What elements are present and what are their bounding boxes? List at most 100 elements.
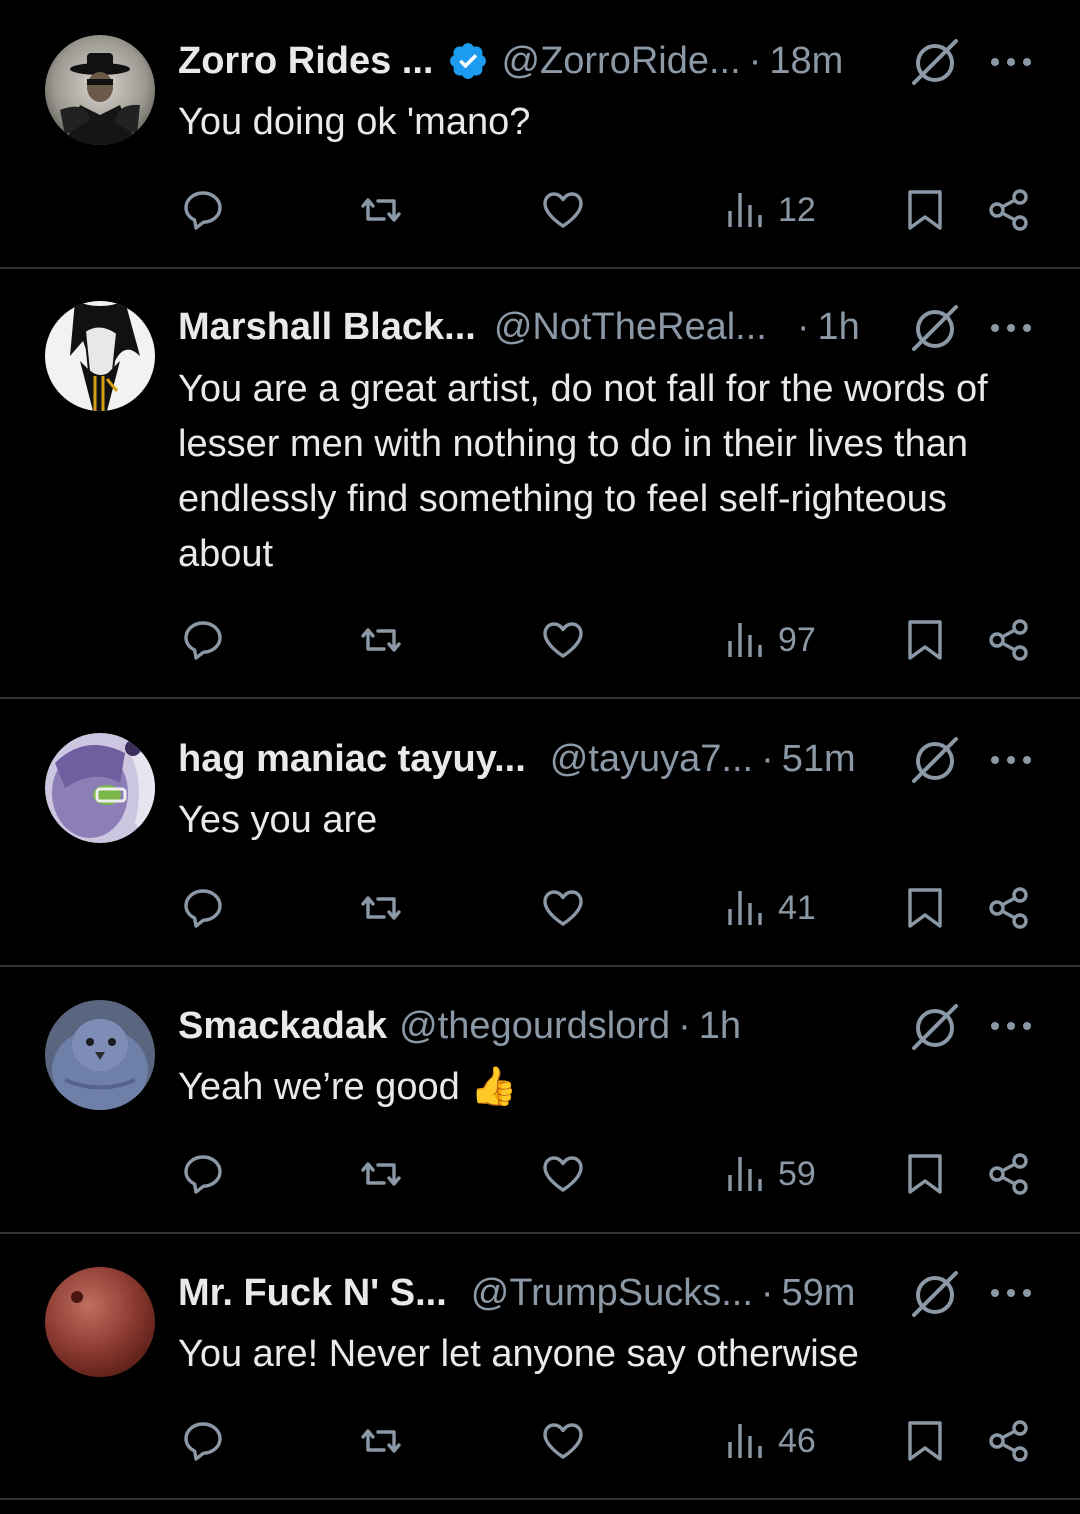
repost-icon xyxy=(361,628,401,652)
views-button[interactable]: 97 xyxy=(722,610,816,670)
post-divider xyxy=(0,1498,1080,1500)
avatar[interactable] xyxy=(45,35,155,145)
grok-icon[interactable] xyxy=(906,1000,964,1052)
reply-button[interactable] xyxy=(180,610,226,670)
heart-icon xyxy=(543,1156,583,1192)
views-button[interactable]: 41 xyxy=(722,878,816,938)
reply-button[interactable] xyxy=(180,878,226,938)
grok-icon[interactable] xyxy=(906,301,964,353)
more-icon[interactable] xyxy=(988,42,1034,82)
like-button[interactable] xyxy=(540,610,586,670)
views-count: 12 xyxy=(778,190,816,229)
separator-dot: · xyxy=(748,39,762,82)
post-text: Yes you are xyxy=(178,799,378,841)
views-button[interactable]: 12 xyxy=(722,180,816,240)
bookmark-button[interactable] xyxy=(902,610,948,670)
user-handle[interactable]: @ZorroRide... xyxy=(501,40,740,83)
bookmark-icon xyxy=(908,1154,942,1194)
post-actions: 97 xyxy=(0,610,1080,670)
post-time[interactable]: 51m xyxy=(782,738,856,781)
bookmark-icon xyxy=(908,888,942,928)
post-time[interactable]: 18m xyxy=(769,40,843,83)
verified-badge-icon xyxy=(447,40,489,82)
user-handle[interactable]: @TrumpSucks... xyxy=(471,1272,753,1315)
reply-icon xyxy=(184,621,222,660)
post-divider xyxy=(0,965,1080,967)
share-button[interactable] xyxy=(986,878,1032,938)
post-time[interactable]: 1h xyxy=(817,306,859,349)
user-handle[interactable]: @tayuya7... xyxy=(550,738,753,781)
repost-button[interactable] xyxy=(358,878,404,938)
grok-icon[interactable] xyxy=(906,35,964,87)
views-count: 59 xyxy=(778,1154,816,1193)
repost-icon xyxy=(361,198,401,222)
like-button[interactable] xyxy=(540,1144,586,1204)
share-button[interactable] xyxy=(986,1411,1032,1471)
avatar[interactable] xyxy=(45,301,155,411)
reply-button[interactable] xyxy=(180,1411,226,1471)
like-button[interactable] xyxy=(540,878,586,938)
tayuya-avatar-image xyxy=(45,733,155,843)
reply-button[interactable] xyxy=(180,180,226,240)
views-icon xyxy=(728,1424,762,1458)
post-time[interactable]: 1h xyxy=(699,1005,741,1048)
repost-button[interactable] xyxy=(358,1411,404,1471)
avatar[interactable] xyxy=(45,1267,155,1377)
repost-button[interactable] xyxy=(358,1144,404,1204)
separator-dot: · xyxy=(760,1271,774,1314)
views-button[interactable]: 46 xyxy=(722,1411,816,1471)
pigeon-avatar-image xyxy=(45,1000,155,1110)
display-name[interactable]: Marshall Black... xyxy=(178,306,476,349)
grok-icon[interactable] xyxy=(906,733,964,785)
views-count: 41 xyxy=(778,888,816,927)
display-name[interactable]: Smackadak xyxy=(178,1005,387,1048)
share-icon xyxy=(989,619,1028,661)
display-name[interactable]: hag maniac tayuy... xyxy=(178,738,526,781)
views-icon xyxy=(728,193,762,227)
post-text: You are! Never let anyone say otherwise xyxy=(178,1333,859,1375)
repost-button[interactable] xyxy=(358,610,404,670)
more-icon[interactable] xyxy=(988,308,1034,348)
heart-icon xyxy=(543,622,583,658)
post-actions: 59 xyxy=(0,1144,1080,1204)
post-actions: 46 xyxy=(0,1411,1080,1471)
like-button[interactable] xyxy=(540,180,586,240)
user-handle[interactable]: @thegourdslord xyxy=(399,1005,670,1048)
share-button[interactable] xyxy=(986,1144,1032,1204)
repost-icon xyxy=(361,1162,401,1186)
user-handle[interactable]: @NotTheReal... xyxy=(494,306,767,349)
red-avatar-image xyxy=(45,1267,155,1377)
reply-icon xyxy=(184,191,222,230)
avatar[interactable] xyxy=(45,733,155,843)
bookmark-button[interactable] xyxy=(902,180,948,240)
reply-button[interactable] xyxy=(180,1144,226,1204)
display-name[interactable]: Mr. Fuck N' S... xyxy=(178,1272,447,1315)
share-button[interactable] xyxy=(986,610,1032,670)
separator-dot: · xyxy=(761,737,774,780)
marshall-avatar-image xyxy=(45,301,155,411)
bookmark-button[interactable] xyxy=(902,1411,948,1471)
separator-dot: · xyxy=(678,1004,691,1047)
bookmark-icon xyxy=(908,620,942,660)
share-button[interactable] xyxy=(986,180,1032,240)
post-time[interactable]: 59m xyxy=(782,1272,856,1315)
more-icon[interactable] xyxy=(988,1006,1034,1046)
views-button[interactable]: 59 xyxy=(722,1144,816,1204)
display-name[interactable]: Zorro Rides ... xyxy=(178,40,433,83)
grok-icon[interactable] xyxy=(906,1267,964,1319)
like-button[interactable] xyxy=(540,1411,586,1471)
repost-button[interactable] xyxy=(358,180,404,240)
separator-dot: · xyxy=(796,305,810,348)
heart-icon xyxy=(543,1423,583,1459)
post-actions: 41 xyxy=(0,878,1080,938)
more-icon[interactable] xyxy=(988,1273,1034,1313)
zorro-avatar-image xyxy=(45,35,155,145)
post-divider xyxy=(0,1232,1080,1234)
avatar[interactable] xyxy=(45,1000,155,1110)
post-actions: 12 xyxy=(0,180,1080,240)
bookmark-button[interactable] xyxy=(902,1144,948,1204)
bookmark-button[interactable] xyxy=(902,878,948,938)
post-text: You are a great artist, do not fall for … xyxy=(178,368,988,575)
bookmark-icon xyxy=(908,190,942,230)
more-icon[interactable] xyxy=(988,740,1034,780)
